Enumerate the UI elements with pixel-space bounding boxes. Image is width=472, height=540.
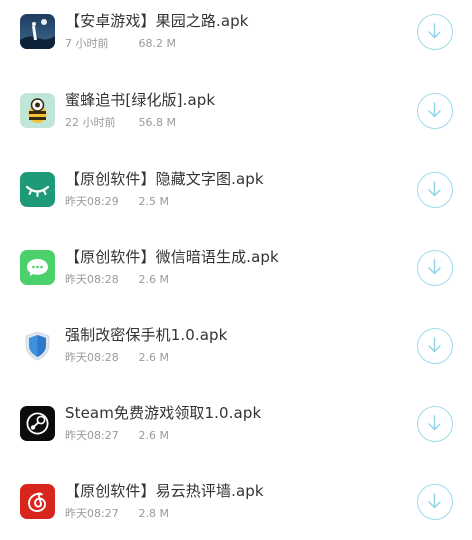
- download-arrow-icon: [428, 23, 441, 39]
- download-button[interactable]: [417, 93, 453, 129]
- file-title: 【安卓游戏】果园之路.apk: [65, 12, 249, 30]
- file-row[interactable]: 强制改密保手机1.0.apk 昨天08:28 2.6 M: [0, 314, 472, 392]
- file-size: 56.8 M: [138, 116, 176, 129]
- file-size: 2.6 M: [138, 351, 169, 364]
- file-title: Steam免费游戏领取1.0.apk: [65, 404, 262, 422]
- file-size: 2.6 M: [138, 273, 169, 286]
- file-title: 强制改密保手机1.0.apk: [65, 326, 228, 344]
- download-arrow-icon: [428, 102, 441, 118]
- file-row[interactable]: Steam免费游戏领取1.0.apk 昨天08:27 2.6 M: [0, 392, 472, 470]
- file-time: 昨天08:27: [65, 429, 119, 442]
- download-button[interactable]: [417, 328, 453, 364]
- file-meta: 昨天08:27 2.6 M: [65, 427, 169, 443]
- file-meta: 22 小时前 56.8 M: [65, 114, 176, 130]
- file-time: 昨天08:27: [65, 507, 119, 520]
- download-arrow-icon: [428, 415, 441, 431]
- file-title: 蜜蜂追书[绿化版].apk: [65, 91, 216, 109]
- file-meta: 昨天08:27 2.8 M: [65, 505, 169, 521]
- chat-bubble-icon: [20, 250, 55, 285]
- file-meta: 昨天08:28 2.6 M: [65, 349, 169, 365]
- file-meta: 7 小时前 68.2 M: [65, 35, 176, 51]
- file-time: 昨天08:28: [65, 351, 119, 364]
- file-title: 【原创软件】隐藏文字图.apk: [65, 170, 264, 188]
- download-button[interactable]: [417, 172, 453, 208]
- file-row[interactable]: 【安卓游戏】果园之路.apk 7 小时前 68.2 M: [0, 0, 472, 78]
- bee-reader-icon: [20, 93, 55, 128]
- file-time: 昨天08:28: [65, 273, 119, 286]
- file-row[interactable]: 蜜蜂追书[绿化版].apk 22 小时前 56.8 M: [0, 79, 472, 157]
- file-title: 【原创软件】易云热评墙.apk: [65, 482, 264, 500]
- shield-icon: [20, 328, 55, 363]
- download-arrow-icon: [428, 493, 441, 509]
- download-button[interactable]: [417, 250, 453, 286]
- file-size: 2.5 M: [138, 195, 169, 208]
- file-row[interactable]: 【原创软件】易云热评墙.apk 昨天08:27 2.8 M: [0, 470, 472, 540]
- download-button[interactable]: [417, 406, 453, 442]
- closed-eye-icon: [20, 172, 55, 207]
- file-title: 【原创软件】微信暗语生成.apk: [65, 248, 279, 266]
- download-arrow-icon: [428, 181, 441, 197]
- file-size: 2.6 M: [138, 429, 169, 442]
- download-button[interactable]: [417, 484, 453, 520]
- download-arrow-icon: [428, 337, 441, 353]
- file-time: 7 小时前: [65, 37, 109, 50]
- file-list: 【安卓游戏】果园之路.apk 7 小时前 68.2 M 蜜蜂追书[绿化版].ap…: [0, 0, 472, 540]
- file-meta: 昨天08:28 2.6 M: [65, 271, 169, 287]
- file-meta: 昨天08:29 2.5 M: [65, 193, 169, 209]
- file-row[interactable]: 【原创软件】隐藏文字图.apk 昨天08:29 2.5 M: [0, 158, 472, 236]
- steam-icon: [20, 406, 55, 441]
- download-arrow-icon: [428, 259, 441, 275]
- file-size: 2.8 M: [138, 507, 169, 520]
- file-time: 22 小时前: [65, 116, 116, 129]
- netease-music-icon: [20, 484, 55, 519]
- file-time: 昨天08:29: [65, 195, 119, 208]
- file-size: 68.2 M: [138, 37, 176, 50]
- game-night-scene-icon: [20, 14, 55, 49]
- file-row[interactable]: 【原创软件】微信暗语生成.apk 昨天08:28 2.6 M: [0, 236, 472, 314]
- download-button[interactable]: [417, 14, 453, 50]
